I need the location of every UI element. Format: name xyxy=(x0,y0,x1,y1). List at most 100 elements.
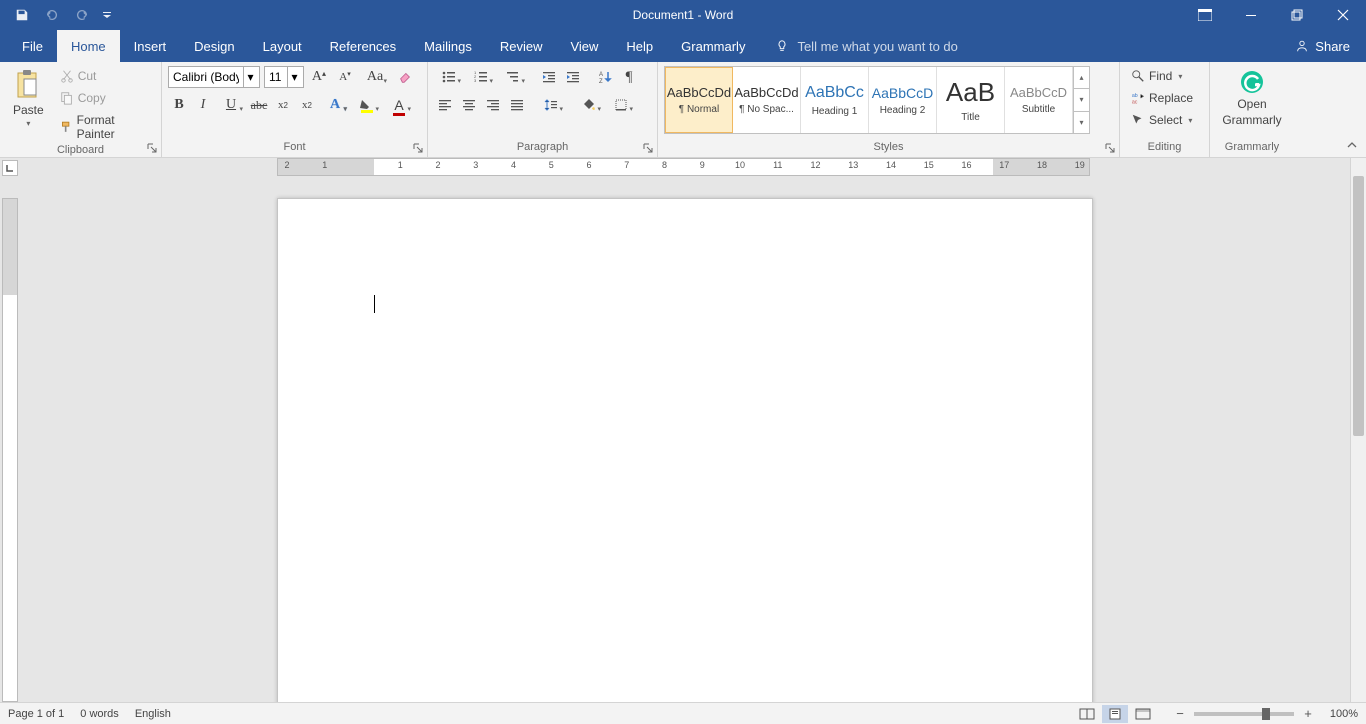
subscript-button[interactable]: x2 xyxy=(272,94,294,116)
clear-formatting-button[interactable] xyxy=(394,66,416,88)
increase-font-size-button[interactable]: A▴ xyxy=(308,66,330,88)
collapse-ribbon-button[interactable] xyxy=(1344,137,1360,153)
tab-design[interactable]: Design xyxy=(180,30,248,62)
undo-button[interactable] xyxy=(40,3,64,27)
maximize-button[interactable] xyxy=(1274,0,1320,30)
italic-button[interactable]: I xyxy=(192,94,214,116)
gallery-expand-button[interactable]: ▾ xyxy=(1074,112,1089,133)
replace-button[interactable]: abac Replace xyxy=(1126,88,1198,108)
numbering-icon: 123 xyxy=(474,70,488,84)
align-right-button[interactable] xyxy=(482,94,504,116)
ribbon-display-options-button[interactable] xyxy=(1182,0,1228,30)
vertical-ruler[interactable] xyxy=(0,176,20,702)
zoom-in-button[interactable]: + xyxy=(1300,706,1316,722)
find-button[interactable]: Find ▾ xyxy=(1126,66,1198,86)
font-color-button[interactable]: A xyxy=(384,94,414,116)
tab-review[interactable]: Review xyxy=(486,30,557,62)
close-button[interactable] xyxy=(1320,0,1366,30)
minimize-button[interactable] xyxy=(1228,0,1274,30)
zoom-out-button[interactable]: − xyxy=(1172,706,1188,722)
styles-dialog-launcher[interactable] xyxy=(1105,143,1117,155)
tab-insert[interactable]: Insert xyxy=(120,30,181,62)
tab-mailings[interactable]: Mailings xyxy=(410,30,486,62)
font-name-input[interactable] xyxy=(169,70,243,84)
tab-references[interactable]: References xyxy=(316,30,410,62)
style-item[interactable]: AaBbCcDd¶ No Spac... xyxy=(733,67,801,133)
bold-button[interactable]: B xyxy=(168,94,190,116)
cut-button[interactable]: Cut xyxy=(55,66,155,86)
superscript-button[interactable]: x2 xyxy=(296,94,318,116)
svg-text:ac: ac xyxy=(1132,99,1138,105)
font-dialog-launcher[interactable] xyxy=(413,143,425,155)
zoom-level[interactable]: 100% xyxy=(1322,708,1358,720)
copy-button[interactable]: Copy xyxy=(55,88,155,108)
save-button[interactable] xyxy=(10,3,34,27)
strikethrough-button[interactable]: abc xyxy=(248,94,270,116)
paste-button[interactable]: Paste ▾ xyxy=(6,66,51,134)
zoom-slider[interactable] xyxy=(1194,712,1294,716)
maximize-icon xyxy=(1291,9,1303,21)
tab-grammarly[interactable]: Grammarly xyxy=(667,30,759,62)
increase-indent-button[interactable] xyxy=(562,66,584,88)
show-hide-marks-button[interactable]: ¶ xyxy=(618,66,640,88)
style-item[interactable]: AaBTitle xyxy=(937,67,1005,133)
select-button[interactable]: Select ▾ xyxy=(1126,110,1198,130)
font-name-combo[interactable]: ▾ xyxy=(168,66,260,88)
sort-button[interactable]: AZ xyxy=(594,66,616,88)
status-word-count[interactable]: 0 words xyxy=(80,708,119,720)
tab-stop-selector[interactable] xyxy=(2,160,18,176)
bullets-button[interactable] xyxy=(434,66,464,88)
multilevel-list-button[interactable] xyxy=(498,66,528,88)
chevron-down-icon[interactable]: ▾ xyxy=(243,67,257,87)
horizontal-ruler[interactable]: 2112345678910111213141516171819 xyxy=(20,158,1350,176)
style-item[interactable]: AaBbCcDSubtitle xyxy=(1005,67,1073,133)
tab-help[interactable]: Help xyxy=(612,30,667,62)
text-effects-button[interactable]: A xyxy=(320,94,350,116)
redo-button[interactable] xyxy=(70,3,94,27)
style-preview: AaBbCcD xyxy=(1010,85,1067,100)
gallery-scroll-down-button[interactable]: ▾ xyxy=(1074,89,1089,111)
tell-me-input[interactable] xyxy=(797,39,997,54)
shading-button[interactable] xyxy=(574,94,604,116)
qat-customize-button[interactable] xyxy=(100,3,114,27)
select-icon xyxy=(1131,113,1145,127)
share-button[interactable]: Share xyxy=(1295,30,1366,62)
scrollbar-thumb[interactable] xyxy=(1353,176,1364,436)
gallery-scroll-up-button[interactable]: ▴ xyxy=(1074,67,1089,89)
highlight-button[interactable] xyxy=(352,94,382,116)
print-layout-button[interactable] xyxy=(1102,705,1128,723)
tab-home[interactable]: Home xyxy=(57,30,120,62)
align-center-button[interactable] xyxy=(458,94,480,116)
tell-me-search[interactable] xyxy=(775,30,997,62)
font-size-combo[interactable]: ▾ xyxy=(264,66,304,88)
vertical-scrollbar[interactable] xyxy=(1350,158,1366,702)
read-mode-button[interactable] xyxy=(1074,705,1100,723)
status-language[interactable]: English xyxy=(135,708,171,720)
open-grammarly-button[interactable]: Open Grammarly xyxy=(1215,66,1288,134)
underline-button[interactable]: U xyxy=(216,94,246,116)
change-case-button[interactable]: Aa xyxy=(360,66,390,88)
clipboard-dialog-launcher[interactable] xyxy=(147,143,159,155)
style-item[interactable]: AaBbCcDd¶ Normal xyxy=(665,67,733,133)
web-layout-button[interactable] xyxy=(1130,705,1156,723)
font-size-input[interactable] xyxy=(265,70,287,84)
tab-file[interactable]: File xyxy=(8,30,57,62)
format-painter-button[interactable]: Format Painter xyxy=(55,110,155,144)
decrease-font-size-button[interactable]: A▾ xyxy=(334,66,356,88)
group-label-paragraph: Paragraph xyxy=(434,141,651,155)
chevron-down-icon[interactable]: ▾ xyxy=(287,67,301,87)
borders-button[interactable] xyxy=(606,94,636,116)
tab-layout[interactable]: Layout xyxy=(249,30,316,62)
style-item[interactable]: AaBbCcDHeading 2 xyxy=(869,67,937,133)
line-spacing-button[interactable] xyxy=(536,94,566,116)
tab-view[interactable]: View xyxy=(556,30,612,62)
justify-button[interactable] xyxy=(506,94,528,116)
align-left-button[interactable] xyxy=(434,94,456,116)
status-page[interactable]: Page 1 of 1 xyxy=(8,708,64,720)
highlight-icon xyxy=(359,97,375,113)
paragraph-dialog-launcher[interactable] xyxy=(643,143,655,155)
style-item[interactable]: AaBbCcHeading 1 xyxy=(801,67,869,133)
numbering-button[interactable]: 123 xyxy=(466,66,496,88)
document-page[interactable] xyxy=(277,198,1093,702)
decrease-indent-button[interactable] xyxy=(538,66,560,88)
